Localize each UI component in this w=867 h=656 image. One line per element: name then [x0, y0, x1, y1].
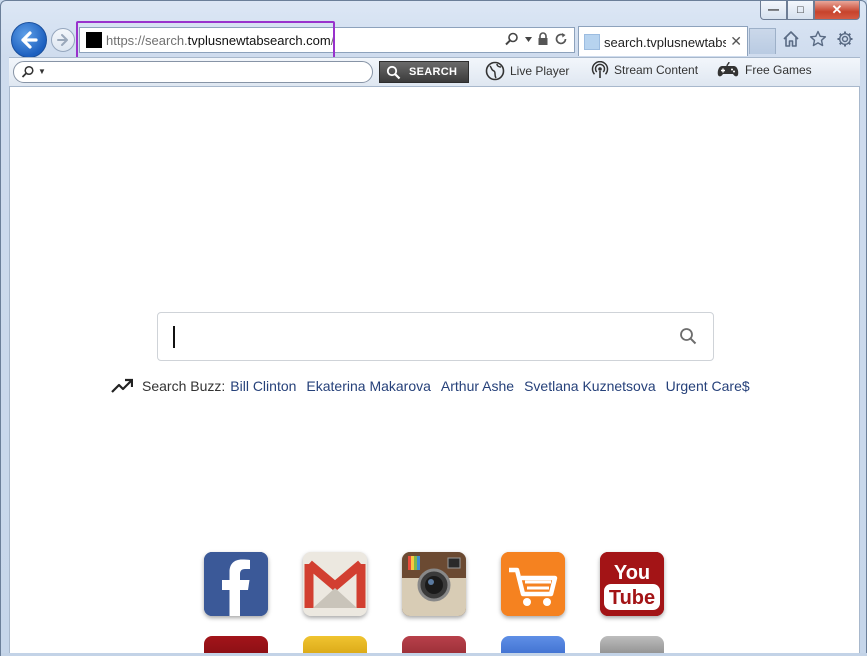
window-caption-buttons: — □ ✕ [760, 1, 860, 20]
search-icon[interactable] [679, 327, 697, 345]
dropdown-arrow-icon[interactable] [525, 36, 532, 42]
search-buzz-link[interactable]: Svetlana Kuznetsova [524, 378, 656, 394]
browser-right-icons [782, 30, 854, 48]
home-icon[interactable] [782, 30, 800, 48]
star-icon[interactable] [809, 30, 827, 48]
trending-icon [111, 378, 133, 393]
gmail-app-icon[interactable] [303, 552, 367, 616]
site-favicon [86, 32, 102, 48]
minimize-button[interactable]: — [760, 1, 787, 20]
youtube-tube-text: Tube [609, 587, 655, 609]
refresh-icon[interactable] [554, 32, 568, 46]
toolbar-link-label: Live Player [510, 64, 570, 78]
app-tile-partial[interactable] [600, 636, 664, 653]
url-suffix: / [330, 33, 335, 48]
page-content: Search Buzz: Bill Clinton Ekaterina Maka… [9, 87, 860, 653]
app-tile-partial[interactable] [402, 636, 466, 653]
search-buzz-link[interactable]: Arthur Ashe [441, 378, 514, 394]
tab-active[interactable]: search.tvplusnewtabs... ✕ [578, 26, 748, 56]
broadcast-icon [591, 61, 609, 78]
search-buzz-link[interactable]: Ekaterina Makarova [306, 378, 431, 394]
address-tools [504, 32, 568, 46]
youtube-app-icon[interactable]: You Tube [600, 552, 664, 616]
instagram-app-icon[interactable] [402, 552, 466, 616]
toolbar-link-free-games[interactable]: Free Games [716, 61, 812, 79]
shopping-cart-icon [501, 552, 565, 616]
tab-close-icon[interactable]: ✕ [730, 33, 742, 50]
gmail-icon [303, 552, 367, 616]
gamepad-icon [717, 61, 739, 77]
youtube-you-text: You [614, 562, 650, 584]
search-buzz: Search Buzz: Bill Clinton Ekaterina Maka… [111, 378, 760, 394]
arrow-left-icon [21, 31, 38, 49]
instagram-icon [402, 552, 466, 616]
toolbar-search-button[interactable]: SEARCH [379, 61, 469, 83]
toolbar-search-button-label: SEARCH [409, 66, 458, 78]
app-tile-partial[interactable] [204, 636, 268, 653]
url-subdomain: search. [145, 33, 188, 48]
forward-button[interactable] [51, 28, 75, 52]
search-toolbar: ▼ SEARCH Live Player Stream Content Free… [9, 57, 860, 87]
toolbar-search-input[interactable] [50, 64, 360, 80]
url-text[interactable]: https://search.tvplusnewtabsearch.com/ [106, 33, 334, 48]
tab-favicon [584, 34, 600, 50]
gear-icon[interactable] [836, 30, 854, 48]
app-tiles-row-2 [204, 636, 664, 653]
facebook-icon [204, 552, 268, 616]
back-button[interactable] [11, 22, 47, 58]
toolbar-search-box[interactable]: ▼ [13, 61, 373, 83]
facebook-app-icon[interactable] [204, 552, 268, 616]
toolbar-link-live-player[interactable]: Live Player [485, 61, 569, 81]
search-buzz-link[interactable]: Bill Clinton [230, 378, 296, 394]
lock-icon[interactable] [537, 32, 549, 46]
text-cursor [173, 326, 175, 348]
toolbar-link-label: Stream Content [614, 63, 699, 77]
tab-title: search.tvplusnewtabs... [604, 35, 726, 50]
chevron-down-icon[interactable]: ▼ [38, 67, 46, 76]
globe-icon [485, 61, 505, 81]
browser-window: — □ ✕ https://search.tvplusnewtabsearch.… [0, 0, 867, 656]
url-prefix: https:// [106, 33, 146, 48]
app-tile-partial[interactable] [303, 636, 367, 653]
search-buzz-label: Search Buzz: [142, 378, 226, 394]
toolbar-link-label: Free Games [745, 63, 812, 77]
close-window-button[interactable]: ✕ [814, 1, 860, 20]
search-icon[interactable] [504, 32, 520, 46]
shopping-cart-app-icon[interactable] [501, 552, 565, 616]
new-tab-button[interactable] [749, 28, 776, 54]
toolbar-link-stream-content[interactable]: Stream Content [591, 61, 698, 79]
search-icon [386, 65, 401, 79]
arrow-right-icon [57, 34, 68, 46]
search-buzz-link[interactable]: Urgent Care$ [666, 378, 750, 394]
search-icon [21, 65, 34, 78]
maximize-button[interactable]: □ [787, 1, 814, 20]
main-search-input[interactable] [172, 323, 662, 351]
main-search-box[interactable] [157, 312, 714, 361]
app-tile-partial[interactable] [501, 636, 565, 653]
url-domain: tvplusnewtabsearch.com [187, 33, 331, 48]
address-bar[interactable]: https://search.tvplusnewtabsearch.com/ [79, 27, 575, 53]
app-tiles: You Tube [204, 552, 664, 616]
youtube-icon: You Tube [600, 552, 664, 616]
